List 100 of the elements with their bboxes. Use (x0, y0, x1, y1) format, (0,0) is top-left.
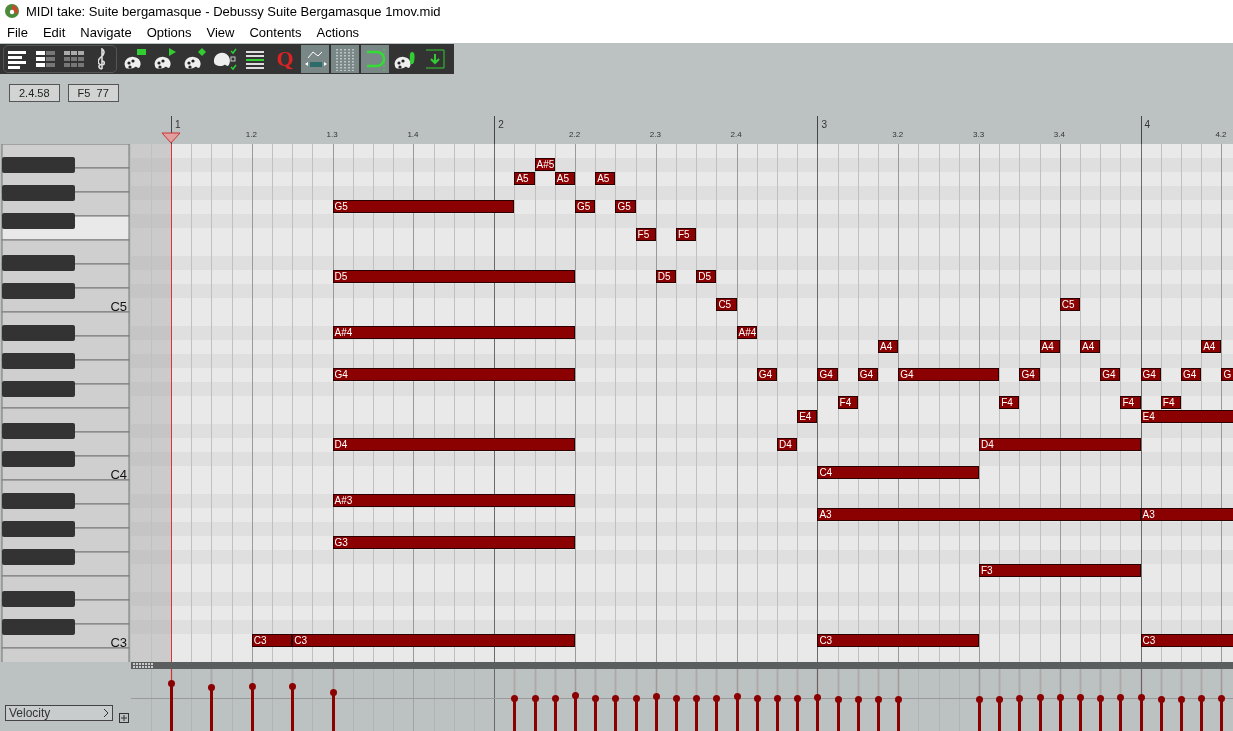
velocity-stem[interactable] (291, 686, 295, 731)
velocity-stem[interactable] (856, 699, 860, 731)
velocity-stem[interactable] (796, 698, 800, 731)
midi-note[interactable]: G4 (756, 368, 777, 381)
ruler-measure-label: 3 (821, 119, 827, 130)
midi-note[interactable]: F5 (635, 228, 656, 241)
midi-note[interactable]: A#4 (332, 326, 575, 339)
midi-note[interactable]: C3 (817, 634, 979, 647)
midi-note[interactable]: D5 (332, 270, 575, 283)
velocity-stem[interactable] (1099, 698, 1103, 731)
velocity-stem[interactable] (1220, 698, 1224, 731)
velocity-stem[interactable] (1119, 696, 1123, 731)
lane-dropdown[interactable]: Velocity (5, 705, 113, 721)
midi-note[interactable]: F5 (676, 228, 697, 241)
midi-note[interactable]: F4 (999, 396, 1020, 409)
velocity-stem[interactable] (1159, 699, 1163, 731)
midi-note[interactable]: C3 (1140, 634, 1233, 647)
velocity-stem[interactable] (897, 699, 901, 731)
midi-note[interactable]: C5 (1059, 298, 1080, 311)
midi-note[interactable]: C5 (716, 298, 737, 311)
midi-note[interactable]: G3 (332, 536, 575, 549)
midi-note[interactable]: A#3 (332, 494, 575, 507)
velocity-stem[interactable] (1139, 696, 1143, 731)
midi-note[interactable]: D5 (655, 270, 676, 283)
menu-item[interactable]: Navigate (73, 25, 140, 40)
midi-note[interactable]: C3 (251, 634, 293, 647)
midi-note[interactable]: G4 (898, 368, 1000, 381)
info-field: 2.4.58 (9, 83, 60, 102)
key-label: C4 (110, 467, 127, 482)
midi-note[interactable]: F4 (1160, 396, 1181, 409)
midi-note[interactable]: A4 (1201, 340, 1222, 353)
velocity-stem[interactable] (513, 698, 517, 731)
midi-note[interactable]: G4 (817, 368, 838, 381)
midi-note[interactable]: D4 (332, 438, 575, 451)
key-label: C3 (110, 635, 127, 650)
velocity-stem[interactable] (614, 698, 618, 731)
midi-note[interactable]: G4 (1181, 368, 1202, 381)
menu-item[interactable]: View (199, 25, 243, 40)
velocity-stem[interactable] (654, 696, 658, 731)
midi-note[interactable]: G4 (332, 368, 575, 381)
velocity-stem[interactable] (1038, 696, 1042, 731)
ruler-beat-label: 3.4 (1053, 130, 1065, 139)
midi-note[interactable]: G5 (332, 200, 515, 213)
midi-note[interactable]: F4 (1120, 396, 1141, 409)
add-lane-icon[interactable] (119, 713, 129, 723)
piano-keyboard-drawing[interactable] (1, 144, 130, 662)
midi-note[interactable]: A4 (878, 340, 899, 353)
velocity-stem[interactable] (1058, 696, 1062, 731)
midi-note[interactable]: C3 (292, 634, 575, 647)
midi-note[interactable]: G5 (575, 200, 596, 213)
app-logo-icon (4, 3, 20, 19)
velocity-stem[interactable] (735, 696, 739, 731)
midi-note[interactable]: F3 (979, 564, 1141, 577)
midi-note[interactable]: D4 (979, 438, 1141, 451)
midi-note[interactable]: A5 (595, 172, 616, 185)
menu-item[interactable]: Options (139, 25, 200, 40)
midi-note[interactable]: D4 (777, 438, 798, 451)
midi-note[interactable]: G5 (615, 200, 636, 213)
velocity-stem[interactable] (695, 698, 699, 731)
window-title: MIDI take: Suite bergamasque - Debussy Suite Bergamasque 1mov.mid (26, 3, 441, 19)
midi-note[interactable]: A3 (817, 508, 1141, 521)
midi-note[interactable]: F4 (837, 396, 858, 409)
menu-item[interactable]: Contents (242, 25, 310, 40)
velocity-stem[interactable] (331, 692, 335, 731)
velocity-stem[interactable] (1018, 698, 1022, 731)
midi-note[interactable]: A4 (1080, 340, 1101, 353)
midi-note[interactable]: A5 (554, 172, 575, 185)
menu-item[interactable]: Actions (309, 25, 368, 40)
midi-note[interactable]: C4 (817, 466, 979, 479)
velocity-stem[interactable] (533, 698, 537, 731)
ruler-measure-label: 4 (1144, 119, 1151, 130)
palette-diamond-icon (182, 46, 208, 72)
midi-note[interactable]: A5 (514, 172, 535, 185)
piano-roll-grid[interactable]: A#5 A5 A5 A5 G5 G5 G5 F5 F5 D5 D5 D5 C5 C5 A#4 A#4 A4 A4 A4 A4 G4 G4 G4 G4 G4 G4 G4 G4 G4 G F4 F4 F4 F4 E4 E4 D4 D4 D4 C4 A#3 A3 A3 G3 F3 C3 C3 C3 C3 (131, 144, 1233, 662)
ruler-beat-label: 3.2 (892, 130, 904, 139)
midi-note[interactable]: G4 (1140, 368, 1161, 381)
midi-note[interactable]: E4 (1140, 410, 1233, 423)
velocity-stem[interactable] (836, 699, 840, 731)
midi-note[interactable]: A4 (1039, 340, 1060, 353)
midi-note[interactable]: G (1221, 368, 1233, 381)
midi-note[interactable]: D5 (696, 270, 717, 283)
velocity-stem[interactable] (594, 698, 598, 731)
midi-note[interactable]: G4 (1100, 368, 1121, 381)
palette-square-icon (122, 46, 148, 72)
velocity-stem[interactable] (816, 696, 820, 731)
menu-item[interactable]: Edit (35, 25, 74, 40)
midi-note[interactable]: A3 (1140, 508, 1233, 521)
horizontal-scrollbar[interactable] (131, 662, 1233, 669)
velocity-stem[interactable] (715, 698, 719, 731)
menu-item[interactable]: File (0, 25, 36, 40)
velocity-stem[interactable] (755, 698, 759, 731)
velocity-stem[interactable] (250, 686, 254, 731)
velocity-stem[interactable] (998, 699, 1002, 731)
velocity-stem[interactable] (553, 698, 557, 731)
velocity-stem[interactable] (1200, 698, 1204, 731)
midi-note[interactable]: G4 (1019, 368, 1040, 381)
midi-note[interactable]: G4 (857, 368, 878, 381)
velocity-stem[interactable] (634, 698, 638, 731)
midi-note[interactable]: E4 (797, 410, 818, 423)
velocity-stem[interactable] (210, 687, 214, 731)
